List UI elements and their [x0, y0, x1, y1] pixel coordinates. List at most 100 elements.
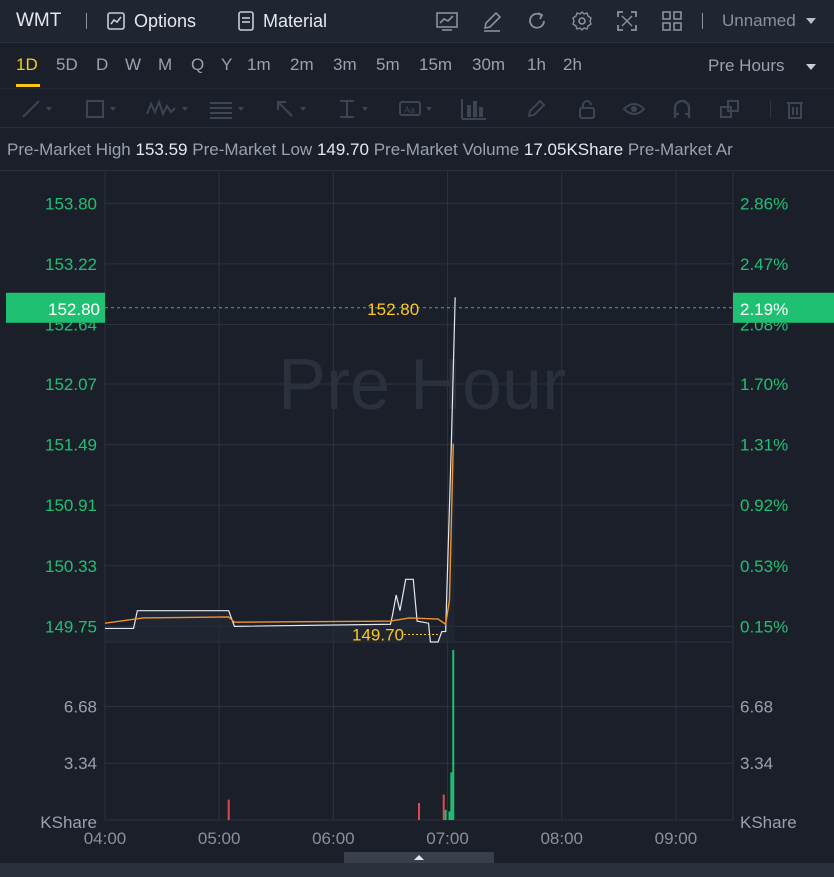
eye-icon[interactable] — [622, 97, 646, 121]
rectangle-icon[interactable] — [84, 97, 116, 121]
price-tick-label: 153.80 — [45, 194, 97, 213]
period-q[interactable]: Q — [191, 55, 204, 75]
percent-tick-label: 2.47% — [740, 255, 788, 274]
x-tick-label: 06:00 — [312, 829, 355, 848]
volume-bar — [452, 650, 455, 820]
price-tick-label: 153.22 — [45, 255, 97, 274]
volume-bar — [450, 772, 453, 820]
period-w[interactable]: W — [125, 55, 141, 75]
percent-tick-label: 0.92% — [740, 496, 788, 515]
chevron-down-icon[interactable] — [806, 64, 816, 70]
percent-tick-label: 1.31% — [740, 436, 788, 455]
premarket-info-bar: Pre-Market High 153.59 Pre-Market Low 14… — [0, 129, 834, 171]
price-chart[interactable]: 04:00 05:00 06:00 07:00 08:00 09:00 153.80 2.86… — [0, 172, 834, 863]
percent-tick-label: 0.53% — [740, 557, 788, 576]
period-d[interactable]: D — [96, 55, 108, 75]
refresh-icon[interactable] — [525, 9, 549, 33]
chevron-down-icon[interactable] — [806, 18, 816, 24]
period-bar: 1D 5D D W M Q Y 1m 2m 3m 5m 15m 30m 1h 2… — [0, 44, 834, 88]
volume-bar — [444, 809, 447, 820]
layout-grid-icon[interactable] — [660, 9, 684, 33]
period-m[interactable]: M — [158, 55, 172, 75]
volume-tick-label: 6.68 — [64, 697, 97, 716]
period-1d[interactable]: 1D — [16, 55, 38, 75]
fullscreen-icon[interactable] — [615, 9, 639, 33]
premarket-low-label: Pre-Market Low — [192, 140, 313, 159]
wave-pattern-icon[interactable] — [146, 97, 188, 121]
material-label: Material — [263, 10, 328, 31]
period-y[interactable]: Y — [221, 55, 232, 75]
volume-bar — [418, 803, 420, 820]
layout-name-select[interactable]: Unnamed — [722, 11, 796, 31]
period-5d[interactable]: 5D — [56, 55, 78, 75]
divider — [770, 100, 771, 118]
price-tick-label: 150.33 — [45, 557, 97, 576]
settings-gear-icon[interactable] — [570, 9, 594, 33]
volume-unit-label-right: KShare — [740, 813, 797, 832]
drawing-toolbar: Aa — [0, 88, 834, 128]
volume-bar — [448, 811, 451, 820]
trash-icon[interactable] — [784, 97, 806, 121]
bottom-strip — [0, 863, 834, 877]
layers-icon[interactable] — [718, 97, 742, 121]
divider — [702, 13, 703, 29]
options-label: Options — [134, 10, 197, 31]
chart-canvas[interactable]: 04:00 05:00 06:00 07:00 08:00 09:00153.80 2.86… — [0, 172, 834, 863]
divider — [86, 13, 87, 29]
volume-tick-label-right: 6.68 — [740, 697, 773, 716]
high-marker-label: 152.80 — [367, 300, 419, 319]
x-tick-label: 05:00 — [198, 829, 241, 848]
volume-unit-label: KShare — [40, 813, 97, 832]
period-2m[interactable]: 2m — [290, 55, 314, 75]
trend-line-icon[interactable] — [20, 97, 52, 121]
options-button[interactable]: Options — [106, 9, 196, 33]
magnet-icon[interactable] — [671, 97, 693, 121]
premarket-high-label: Pre-Market High — [7, 140, 131, 159]
current-price-badge-text: 152.80 — [48, 300, 100, 319]
price-tick-label: 150.91 — [45, 496, 97, 515]
active-period-indicator — [16, 84, 40, 87]
volume-tick-label: 3.34 — [64, 754, 97, 773]
average-price-line — [104, 443, 454, 626]
percent-tick-label: 0.15% — [740, 617, 788, 636]
arrow-icon[interactable] — [274, 97, 306, 121]
period-2h[interactable]: 2h — [563, 55, 582, 75]
premarket-low-value: 149.70 — [316, 140, 369, 159]
panel-resize-handle[interactable] — [344, 852, 494, 863]
premarket-volume-value: 17.05KShare — [523, 140, 624, 159]
price-tick-label: 151.49 — [45, 436, 97, 455]
watermark-text: Pre Hour — [278, 345, 566, 425]
volume-profile-icon[interactable] — [460, 97, 488, 121]
x-tick-label: 07:00 — [426, 829, 469, 848]
pen-edit-icon[interactable] — [480, 9, 504, 33]
premarket-high-value: 153.59 — [135, 140, 188, 159]
volume-tick-label-right: 3.34 — [740, 754, 773, 773]
fibonacci-icon[interactable] — [208, 97, 244, 121]
period-5m[interactable]: 5m — [376, 55, 400, 75]
chart-indicator-icon[interactable] — [435, 9, 459, 33]
low-marker-label: 149.70 — [352, 626, 404, 645]
chevron-up-icon — [414, 855, 424, 860]
document-icon — [237, 11, 255, 31]
premarket-amount-label: Pre-Market Ar — [627, 140, 733, 159]
options-chart-icon — [106, 11, 126, 31]
percent-tick-label: 1.70% — [740, 375, 788, 394]
ticker-symbol[interactable]: WMT — [16, 10, 61, 32]
period-15m[interactable]: 15m — [419, 55, 452, 75]
period-1h[interactable]: 1h — [527, 55, 546, 75]
lock-icon[interactable] — [576, 97, 598, 121]
session-select[interactable]: Pre Hours — [708, 56, 785, 76]
brush-icon[interactable] — [525, 97, 547, 121]
x-tick-label: 09:00 — [655, 829, 698, 848]
measure-icon[interactable] — [336, 97, 368, 121]
text-label-icon[interactable]: Aa — [398, 97, 432, 121]
x-tick-label: 08:00 — [540, 829, 583, 848]
price-tick-label: 149.75 — [45, 617, 97, 636]
period-1m[interactable]: 1m — [247, 55, 271, 75]
premarket-volume-label: Pre-Market Volume — [373, 140, 520, 159]
price-tick-label: 152.07 — [45, 375, 97, 394]
period-30m[interactable]: 30m — [472, 55, 505, 75]
volume-bar — [227, 799, 230, 820]
period-3m[interactable]: 3m — [333, 55, 357, 75]
material-button[interactable]: Material — [237, 9, 327, 33]
